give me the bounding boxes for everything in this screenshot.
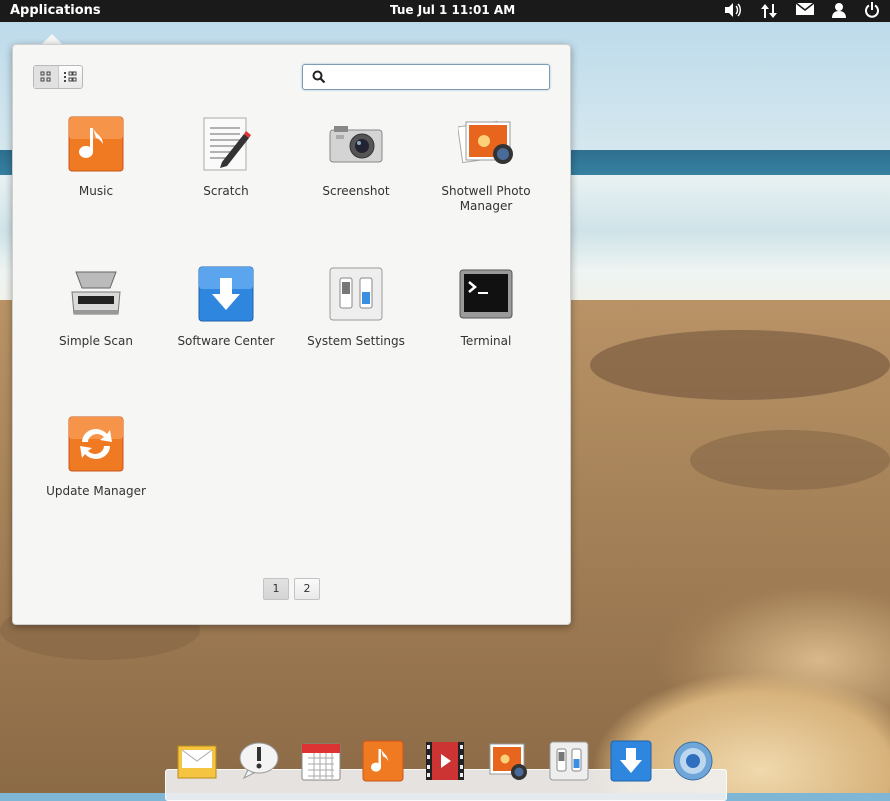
app-label: Scratch [203,184,249,198]
search-box[interactable] [302,64,550,90]
scratch-icon [198,116,254,172]
dock-mail-icon[interactable] [176,740,218,782]
clock[interactable]: Tue Jul 1 11:01 AM [390,3,515,17]
dock-browser-icon[interactable] [672,740,714,782]
app-update-manager[interactable]: Update Manager [33,416,159,526]
app-label: Update Manager [46,484,146,498]
view-mode-switch[interactable] [33,65,83,89]
app-label: Screenshot [322,184,390,198]
page-button-2[interactable]: 2 [294,578,320,600]
update-icon [68,416,124,472]
page-button-1[interactable]: 1 [263,578,289,600]
app-simple-scan[interactable]: Simple Scan [33,266,159,376]
app-scratch[interactable]: Scratch [163,116,289,226]
shotwell-icon [457,116,514,172]
app-label: Terminal [460,334,512,348]
app-terminal[interactable]: Terminal [423,266,549,376]
category-view-icon [64,71,77,82]
terminal-icon [458,266,514,322]
applications-menu-button[interactable]: Applications [10,3,101,18]
category-view-button[interactable] [58,66,82,88]
mail-icon[interactable] [794,2,816,20]
app-label: Shotwell Photo Manager [441,184,531,213]
top-panel: Applications Tue Jul 1 11:01 AM [0,0,890,22]
network-icon[interactable] [758,2,780,20]
dock-notifications-icon[interactable] [238,740,280,782]
grid-view-icon [40,71,51,82]
launcher-pointer [42,34,62,44]
dock-software-center-icon[interactable] [610,740,652,782]
dock-settings-icon[interactable] [548,740,590,782]
app-system-settings[interactable]: System Settings [293,266,419,376]
app-label: Music [78,184,114,198]
power-icon[interactable] [861,2,883,20]
camera-icon [328,116,384,172]
scanner-icon [68,266,124,322]
dock-video-icon[interactable] [424,740,466,782]
app-label: Simple Scan [59,334,133,348]
app-shotwell-photo-manager[interactable]: Shotwell Photo Manager [423,116,549,226]
user-icon[interactable] [828,2,850,20]
app-label: System Settings [307,334,405,348]
music-icon [68,116,124,172]
search-icon [312,70,326,84]
settings-icon [328,266,384,322]
volume-icon[interactable] [722,2,744,20]
dock-shotwell-icon[interactable] [486,740,528,782]
application-launcher: Music Scratch Screenshot Shotwell Photo … [12,44,571,625]
dock-calendar-icon[interactable] [300,740,342,782]
app-music[interactable]: Music [33,116,159,226]
search-input[interactable] [331,68,545,86]
app-screenshot[interactable]: Screenshot [293,116,419,226]
grid-view-button[interactable] [34,66,59,88]
app-software-center[interactable]: Software Center [163,266,289,376]
app-label: Software Center [177,334,275,348]
software-center-icon [198,266,254,322]
dock-music-icon[interactable] [362,740,404,782]
